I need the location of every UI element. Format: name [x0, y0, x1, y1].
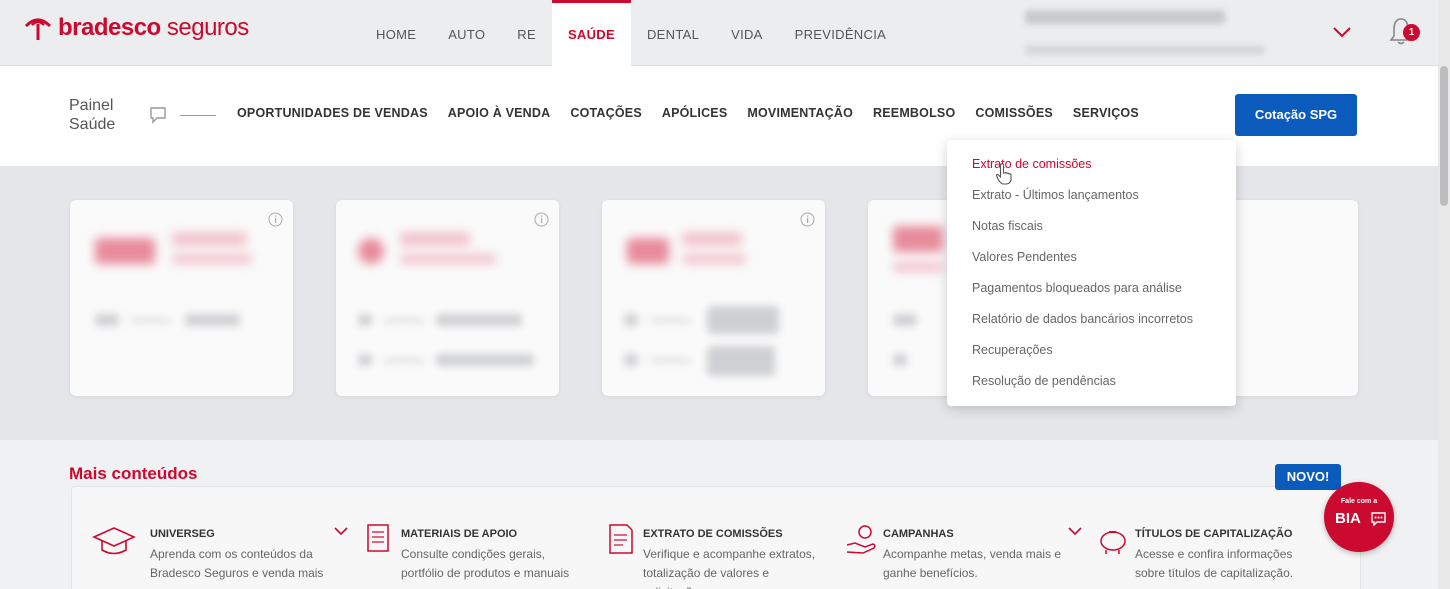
content-title: TÍTULOS DE CAPITALIZAÇÃO	[1135, 528, 1293, 540]
menu-item-relatorio-dados-bancarios[interactable]: Relatório de dados bancários incorretos	[947, 309, 1236, 340]
bia-label: BIA	[1335, 510, 1361, 527]
nav-auto[interactable]: AUTO	[432, 0, 501, 66]
chat-icon	[1371, 512, 1386, 526]
content-title: EXTRATO DE COMISSÕES	[643, 528, 783, 540]
menu-item-valores-pendentes[interactable]: Valores Pendentes	[947, 247, 1236, 278]
bia-assistant-button[interactable]: Fale com a BIA	[1324, 482, 1394, 552]
page-title: Painel Saúde	[69, 97, 116, 133]
top-bar: bradesco seguros HOME AUTO RE SAÚDE DENT…	[0, 0, 1450, 66]
info-icon[interactable]	[268, 212, 283, 227]
nav-dental[interactable]: DENTAL	[631, 0, 715, 66]
page-scrollbar[interactable]	[1438, 0, 1450, 589]
nav-previdencia[interactable]: PREVIDÊNCIA	[779, 0, 902, 66]
menu-item-resolucao-pendencias[interactable]: Resolução de pendências	[947, 371, 1236, 402]
tab-cotacoes[interactable]: COTAÇÕES	[560, 106, 652, 120]
tab-comissoes[interactable]: COMISSÕES	[965, 106, 1063, 120]
bradesco-logo[interactable]: bradesco seguros	[22, 12, 249, 44]
summary-card[interactable]	[602, 200, 825, 396]
menu-item-extrato-ultimos[interactable]: Extrato - Últimos lançamentos	[947, 185, 1236, 216]
user-info-blurred	[1025, 45, 1265, 55]
nav-re[interactable]: RE	[501, 0, 552, 66]
graduation-cap-icon	[92, 527, 136, 555]
scrollbar-thumb[interactable]	[1440, 66, 1448, 206]
chevron-down-icon[interactable]	[1332, 22, 1352, 42]
section-nav: OPORTUNIDADES DE VENDAS APOIO À VENDA CO…	[227, 106, 1149, 120]
chat-bubble-icon[interactable]	[148, 104, 170, 126]
tab-oportunidades[interactable]: OPORTUNIDADES DE VENDAS	[227, 106, 438, 120]
tab-apoio-venda[interactable]: APOIO À VENDA	[438, 106, 561, 120]
summary-card[interactable]	[336, 200, 559, 396]
content-desc: Acompanhe metas, venda mais e ganhe bene…	[883, 547, 1062, 580]
receipt-icon	[609, 524, 633, 554]
hand-coin-icon	[846, 525, 876, 554]
menu-item-recuperacoes[interactable]: Recuperações	[947, 340, 1236, 371]
menu-item-notas-fiscais[interactable]: Notas fiscais	[947, 216, 1236, 247]
cotacao-spg-button[interactable]: Cotação SPG	[1235, 94, 1357, 136]
nav-saude[interactable]: SAÚDE	[551, 0, 631, 66]
chevron-down-icon[interactable]	[1067, 525, 1083, 537]
hand-cursor-icon	[995, 163, 1012, 185]
bia-caption: Fale com a	[1340, 498, 1378, 505]
comissoes-dropdown: Extrato de comissões Extrato - Últimos l…	[947, 140, 1236, 406]
tab-apolices[interactable]: APÓLICES	[652, 106, 738, 120]
divider	[180, 115, 216, 116]
bradesco-tree-icon	[24, 18, 52, 40]
content-desc: Verifique e acompanhe extratos, totaliza…	[643, 547, 816, 589]
info-icon[interactable]	[534, 212, 549, 227]
document-icon	[367, 524, 389, 552]
content-title: UNIVERSEG	[150, 528, 215, 540]
tab-servicos[interactable]: SERVIÇOS	[1063, 106, 1149, 120]
piggy-bank-icon	[1100, 531, 1126, 554]
brand-name: bradesco seguros	[58, 14, 249, 41]
summary-card[interactable]	[70, 200, 293, 396]
tab-movimentacao[interactable]: MOVIMENTAÇÃO	[737, 106, 863, 120]
user-name-blurred	[1025, 10, 1225, 24]
section-title: Mais conteúdos	[69, 464, 198, 483]
main-nav: HOME AUTO RE SAÚDE DENTAL VIDA PREVIDÊNC…	[360, 0, 902, 66]
content-desc: Consulte condições gerais, portfólio de …	[401, 547, 570, 580]
notification-badge: 1	[1403, 24, 1420, 41]
menu-item-extrato-comissoes[interactable]: Extrato de comissões	[947, 154, 1236, 185]
content-title: MATERIAIS DE APOIO	[401, 528, 518, 540]
content-desc: Acesse e confira informações sobre títul…	[1135, 547, 1294, 580]
menu-item-pagamentos-bloqueados[interactable]: Pagamentos bloqueados para análise	[947, 278, 1236, 309]
content-title: CAMPANHAS	[883, 528, 954, 540]
nav-home[interactable]: HOME	[360, 0, 432, 66]
new-badge: NOVO!	[1275, 464, 1341, 490]
nav-vida[interactable]: VIDA	[715, 0, 779, 66]
info-icon[interactable]	[800, 212, 815, 227]
chevron-down-icon[interactable]	[333, 525, 349, 537]
tab-reembolso[interactable]: REEMBOLSO	[863, 106, 965, 120]
content-desc: Aprenda com os conteúdos da Bradesco Seg…	[150, 547, 324, 580]
